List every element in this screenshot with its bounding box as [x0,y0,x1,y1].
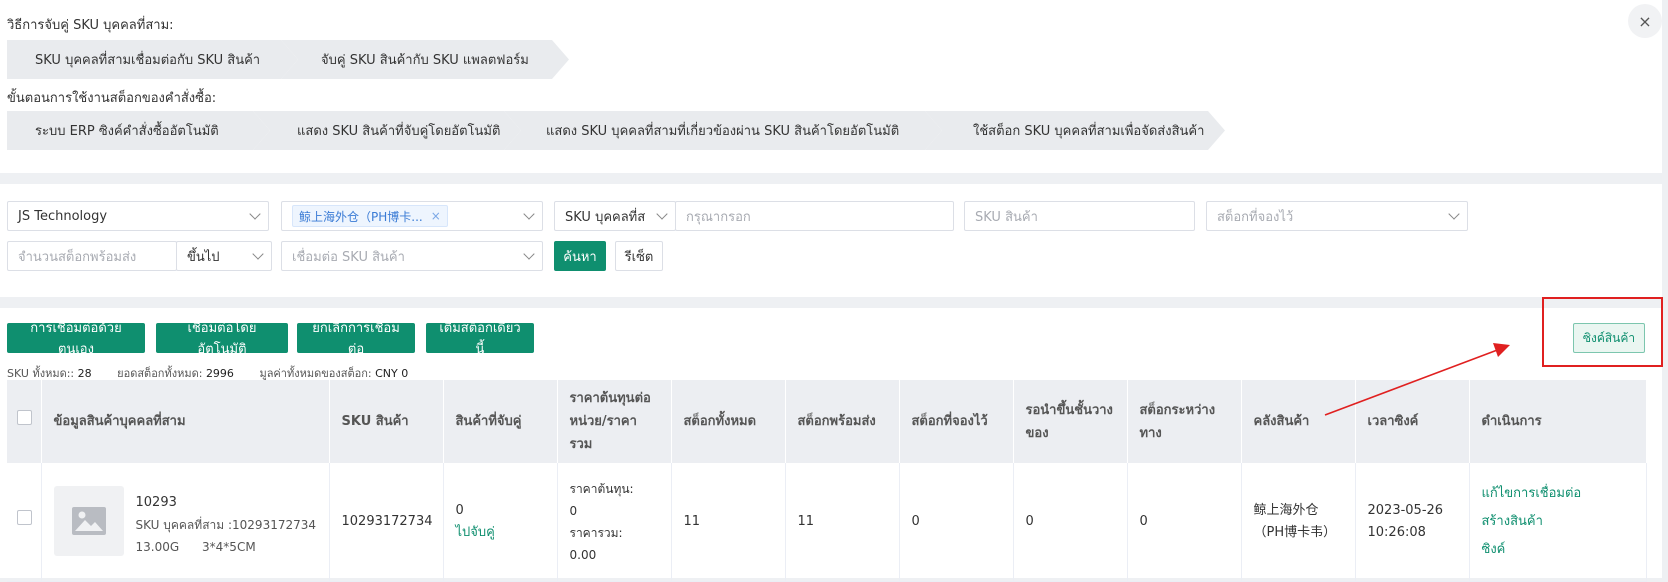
search-button[interactable]: ค้นหา [554,241,606,271]
stock-total: 2996 [205,367,234,380]
guide-step-6: ใช้สต็อก SKU บุคคลที่สามเพื่อจัดส่งสินค้… [925,111,1225,150]
cancel-link-button[interactable]: ยกเลิกการเชื่อมต่อ [297,321,415,357]
chevron-down-icon [656,208,668,220]
col-third-party-info: ข้อมูลสินค้าบุคคลที่สาม [41,380,330,463]
table-row: 10293 SKU บุคคลที่สาม :10293172734 13.00… [7,463,1647,582]
auto-link-button[interactable]: เชื่อมต่อโดยอัตโนมัติ [156,321,288,357]
sync-time-cell: 2023-05-26 10:26:08 [1355,463,1470,582]
chevron-down-icon [252,248,264,260]
guide-section1-title: วิธีการจับคู่ SKU บุคคลที่สาม: [7,18,174,33]
stock-total-cell: 11 [671,463,786,582]
sku-table: ข้อมูลสินค้าบุคคลที่สาม SKU สินค้า สินค้… [7,380,1647,582]
guide-step-5: แสดง SKU บุคคลที่สามที่เกี่ยวข้องผ่าน SK… [504,111,942,150]
guide-step-2: จับคู่ SKU สินค้ากับ SKU แพลตฟอร์ม [281,40,569,79]
guide-step-3: ระบบ ERP ซิงค์คำสั่งซื้ออัตโนมัติ [7,111,270,150]
col-warehouse: คลังสินค้า [1241,380,1356,463]
link-status-select[interactable]: เชื่อมต่อ SKU สินค้า [281,241,543,271]
product-sku-cell: 10293172734 [329,463,444,582]
stock-reserved-cell: 0 [899,463,1014,582]
manual-link-button[interactable]: การเชื่อมต่อด้วยตนเอง [7,321,145,357]
guide-section2-title: ขั้นตอนการใช้งานสต็อกของคำสั่งซื้อ: [7,91,217,106]
cost-cell: ราคาต้นทุน: 0 ราคารวม: 0.00 [557,463,672,582]
company-select[interactable]: JS Technology [7,201,269,231]
guide-step-1: SKU บุคคลที่สามเชื่อมต่อกับ SKU สินค้า [7,40,298,79]
edit-link-action[interactable]: แก้ไขการเชื่อมต่อ [1482,480,1634,508]
chevron-down-icon [523,208,535,220]
tag-close-icon[interactable]: × [431,209,441,223]
sku-total: 28 [77,367,92,380]
add-stock-button[interactable]: เติมสต็อกเดี๋ยวนี้ [426,321,534,357]
warehouse-select[interactable]: 鲸上海外仓（PH博卡... × [281,201,543,231]
col-sync-time: เวลาซิงค์ [1355,380,1470,463]
chevron-down-icon [1448,208,1460,220]
col-stock-ready: สต็อกพร้อมส่ง [785,380,900,463]
col-product-sku: SKU สินค้า [329,380,444,463]
reset-button[interactable]: รีเซ็ต [615,241,663,271]
guide-step-4: แสดง SKU สินค้าที่จับคู่โดยอัตโนมัติ [253,111,521,150]
chevron-down-icon [249,208,261,220]
product-sku-input[interactable]: SKU สินค้า [964,201,1195,231]
matched-cell: 0 ไปจับคู่ [443,463,558,582]
chevron-down-icon [523,248,535,260]
col-stock-transit: สต็อกระหว่างทาง [1127,380,1242,463]
go-match-link[interactable]: ไปจับคู่ [456,522,545,544]
warehouse-cell: 鲸上海外仓（PH博卡韦） [1241,463,1356,582]
annotation-highlight-box [1542,297,1663,367]
sku-type-select[interactable]: SKU บุคคลที่ส [554,201,676,231]
image-placeholder-icon [53,485,124,556]
col-stock-pending: รอนำขึ้นชั้นวางของ [1013,380,1128,463]
keyword-input[interactable]: กรุณากรอก [675,201,954,231]
compare-select[interactable]: ขึ้นไป [176,241,272,271]
col-stock-total: สต็อกทั้งหมด [671,380,786,463]
create-product-action[interactable]: สร้างสินค้า [1482,508,1634,536]
guide-panel: วิธีการจับคู่ SKU บุคคลที่สาม: SKU บุคคล… [0,0,1662,173]
reserved-stock-select[interactable]: สต็อกที่จองไว้ [1206,201,1468,231]
col-matched: สินค้าที่จับคู่ [443,380,558,463]
table-header-row: ข้อมูลสินค้าบุคคลที่สาม SKU สินค้า สินค้… [7,380,1647,463]
operations-cell: แก้ไขการเชื่อมต่อ สร้างสินค้า ซิงค์ [1469,463,1647,582]
col-cost: ราคาต้นทุนต่อหน่วย/ราคารวม [557,380,672,463]
close-icon[interactable]: × [1628,4,1662,38]
third-party-info-cell: 10293 SKU บุคคลที่สาม :10293172734 13.00… [41,463,330,582]
stock-ready-cell: 11 [785,463,900,582]
stock-value: CNY 0 [375,367,409,380]
stock-transit-cell: 0 [1127,463,1242,582]
ready-qty-input[interactable]: จำนวนสต็อกพร้อมส่ง [7,241,177,271]
col-stock-reserved: สต็อกที่จองไว้ [899,380,1014,463]
row-checkbox[interactable] [17,510,32,526]
warehouse-tag: 鲸上海外仓（PH博卡... × [292,205,448,227]
col-operations: ดำเนินการ [1469,380,1647,463]
sync-action[interactable]: ซิงค์ [1482,536,1634,564]
stock-pending-cell: 0 [1013,463,1128,582]
select-all-checkbox[interactable] [17,410,32,425]
